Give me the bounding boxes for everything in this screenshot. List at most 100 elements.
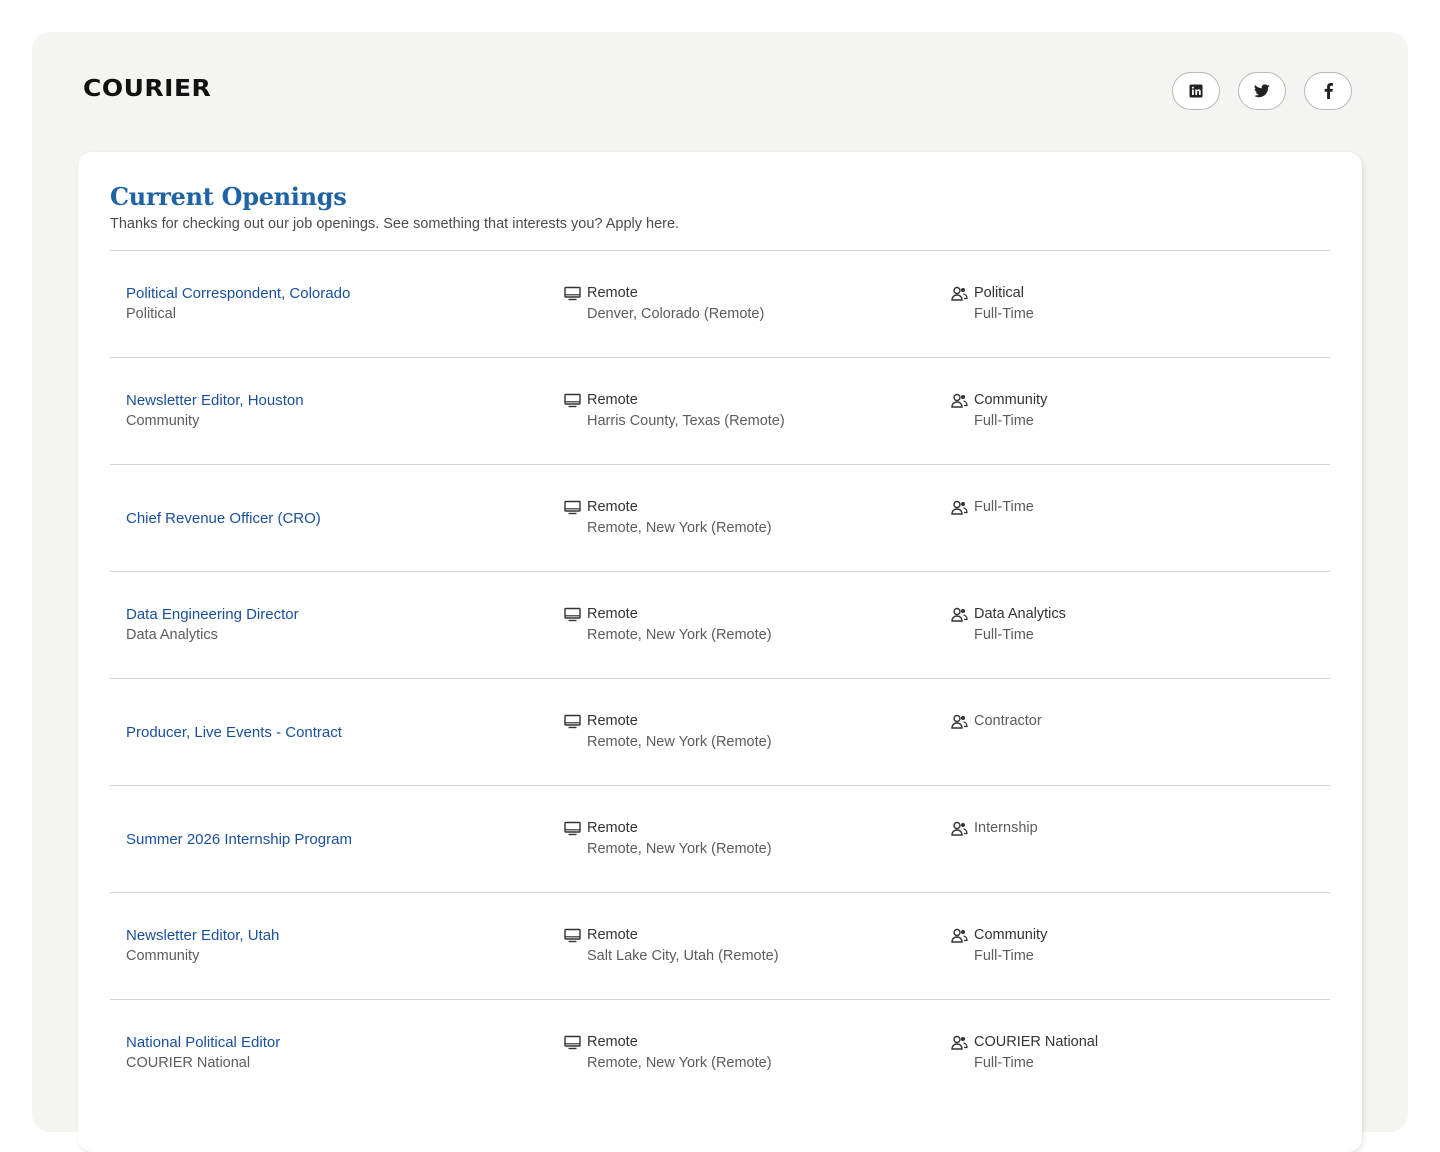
job-location: Salt Lake City, Utah (Remote) [587, 948, 779, 964]
facebook-icon [1324, 83, 1333, 99]
monitor-icon [563, 1034, 581, 1052]
job-location-cell: Remote Denver, Colorado (Remote) [563, 251, 923, 357]
job-location-cell: Remote Remote, New York (Remote) [563, 1000, 923, 1106]
job-employment: Full-Time [974, 948, 1034, 964]
job-row: Newsletter Editor, Utah Community Remote… [110, 892, 1330, 999]
job-department-label: Community [974, 927, 1048, 943]
job-title-link[interactable]: National Political Editor [126, 1032, 546, 1053]
people-icon [950, 927, 968, 945]
job-location: Denver, Colorado (Remote) [587, 306, 765, 322]
job-department: Community [950, 390, 1310, 411]
job-location-cell: Remote Salt Lake City, Utah (Remote) [563, 893, 923, 999]
job-title-link[interactable]: Producer, Live Events - Contract [126, 722, 546, 743]
job-department-label: Political [974, 285, 1024, 301]
people-icon [950, 820, 968, 838]
job-workplace-label: Remote [587, 927, 638, 943]
job-row: Chief Revenue Officer (CRO) Remote Remot… [110, 464, 1330, 571]
job-employment: Internship [950, 818, 1310, 839]
job-department-label: Data Analytics [974, 606, 1066, 622]
monitor-icon [563, 820, 581, 838]
job-employment: Full-Time [950, 497, 1310, 518]
people-icon [950, 392, 968, 410]
job-title-cell: Summer 2026 Internship Program [126, 786, 546, 892]
job-workplace: Remote [563, 604, 923, 625]
job-workplace: Remote [563, 1032, 923, 1053]
job-department-cell: Community Full-Time [950, 358, 1310, 464]
job-workplace-label: Remote [587, 392, 638, 408]
job-title-cell: Newsletter Editor, Houston Community [126, 358, 546, 464]
job-department-cell: Community Full-Time [950, 893, 1310, 999]
job-location: Remote, New York (Remote) [587, 627, 772, 643]
courier-logo[interactable]: COURIER [83, 75, 211, 102]
job-location: Remote, New York (Remote) [587, 734, 772, 750]
linkedin-button[interactable] [1172, 72, 1220, 110]
people-icon [950, 1034, 968, 1052]
job-workplace-label: Remote [587, 606, 638, 622]
job-location: Remote, New York (Remote) [587, 1055, 772, 1071]
job-title-link[interactable]: Political Correspondent, Colorado [126, 283, 546, 304]
job-title-cell: National Political Editor COURIER Nation… [126, 1000, 546, 1106]
job-employment: Full-Time [974, 413, 1034, 429]
job-employment: Full-Time [974, 1055, 1034, 1071]
openings-card: Current Openings Thanks for checking out… [78, 152, 1362, 1152]
job-title-link[interactable]: Newsletter Editor, Utah [126, 925, 546, 946]
job-title-link[interactable]: Newsletter Editor, Houston [126, 390, 546, 411]
job-workplace: Remote [563, 283, 923, 304]
job-title-link[interactable]: Data Engineering Director [126, 604, 546, 625]
job-location-cell: Remote Remote, New York (Remote) [563, 572, 923, 678]
people-icon [950, 713, 968, 731]
job-department-cell: Full-Time [950, 465, 1310, 571]
job-workplace: Remote [563, 925, 923, 946]
job-workplace-label: Remote [587, 285, 638, 301]
job-title-cell: Data Engineering Director Data Analytics [126, 572, 546, 678]
job-workplace: Remote [563, 497, 923, 518]
job-department-cell: Data Analytics Full-Time [950, 572, 1310, 678]
job-employment: Contractor [950, 711, 1310, 732]
job-location-cell: Remote Remote, New York (Remote) [563, 465, 923, 571]
job-list: Political Correspondent, Colorado Politi… [110, 250, 1330, 1106]
job-workplace-label: Remote [587, 820, 638, 836]
job-department: COURIER National [950, 1032, 1310, 1053]
monitor-icon [563, 392, 581, 410]
job-department: Community [950, 925, 1310, 946]
job-location: Remote, New York (Remote) [587, 520, 772, 536]
job-team: Community [126, 413, 200, 429]
page-title: Current Openings [110, 182, 347, 211]
monitor-icon [563, 713, 581, 731]
job-title-cell: Political Correspondent, Colorado Politi… [126, 251, 546, 357]
job-department-cell: Internship [950, 786, 1310, 892]
job-employment-label: Contractor [974, 713, 1042, 729]
job-row: Political Correspondent, Colorado Politi… [110, 250, 1330, 357]
monitor-icon [563, 606, 581, 624]
job-employment: Full-Time [974, 627, 1034, 643]
job-workplace-label: Remote [587, 713, 638, 729]
job-department-cell: COURIER National Full-Time [950, 1000, 1310, 1106]
job-location: Harris County, Texas (Remote) [587, 413, 785, 429]
job-employment: Full-Time [974, 306, 1034, 322]
job-location-cell: Remote Harris County, Texas (Remote) [563, 358, 923, 464]
people-icon [950, 285, 968, 303]
job-workplace: Remote [563, 711, 923, 732]
job-title-link[interactable]: Chief Revenue Officer (CRO) [126, 508, 546, 529]
twitter-button[interactable] [1238, 72, 1286, 110]
job-title-cell: Newsletter Editor, Utah Community [126, 893, 546, 999]
site-header: COURIER [32, 32, 1408, 152]
job-workplace-label: Remote [587, 1034, 638, 1050]
monitor-icon [563, 927, 581, 945]
monitor-icon [563, 499, 581, 517]
twitter-icon [1254, 84, 1270, 98]
page-shell: COURIER Current Openings Thanks for chec… [32, 32, 1408, 1152]
job-title-cell: Producer, Live Events - Contract [126, 679, 546, 785]
job-row: Data Engineering Director Data Analytics… [110, 571, 1330, 678]
facebook-button[interactable] [1304, 72, 1352, 110]
job-title-link[interactable]: Summer 2026 Internship Program [126, 829, 546, 850]
job-department: Data Analytics [950, 604, 1310, 625]
job-row: National Political Editor COURIER Nation… [110, 999, 1330, 1106]
job-team: COURIER National [126, 1055, 251, 1071]
people-icon [950, 499, 968, 517]
job-workplace-label: Remote [587, 499, 638, 515]
job-department-cell: Political Full-Time [950, 251, 1310, 357]
page-subtitle: Thanks for checking out our job openings… [110, 216, 680, 232]
linkedin-icon [1189, 84, 1203, 98]
job-department-cell: Contractor [950, 679, 1310, 785]
